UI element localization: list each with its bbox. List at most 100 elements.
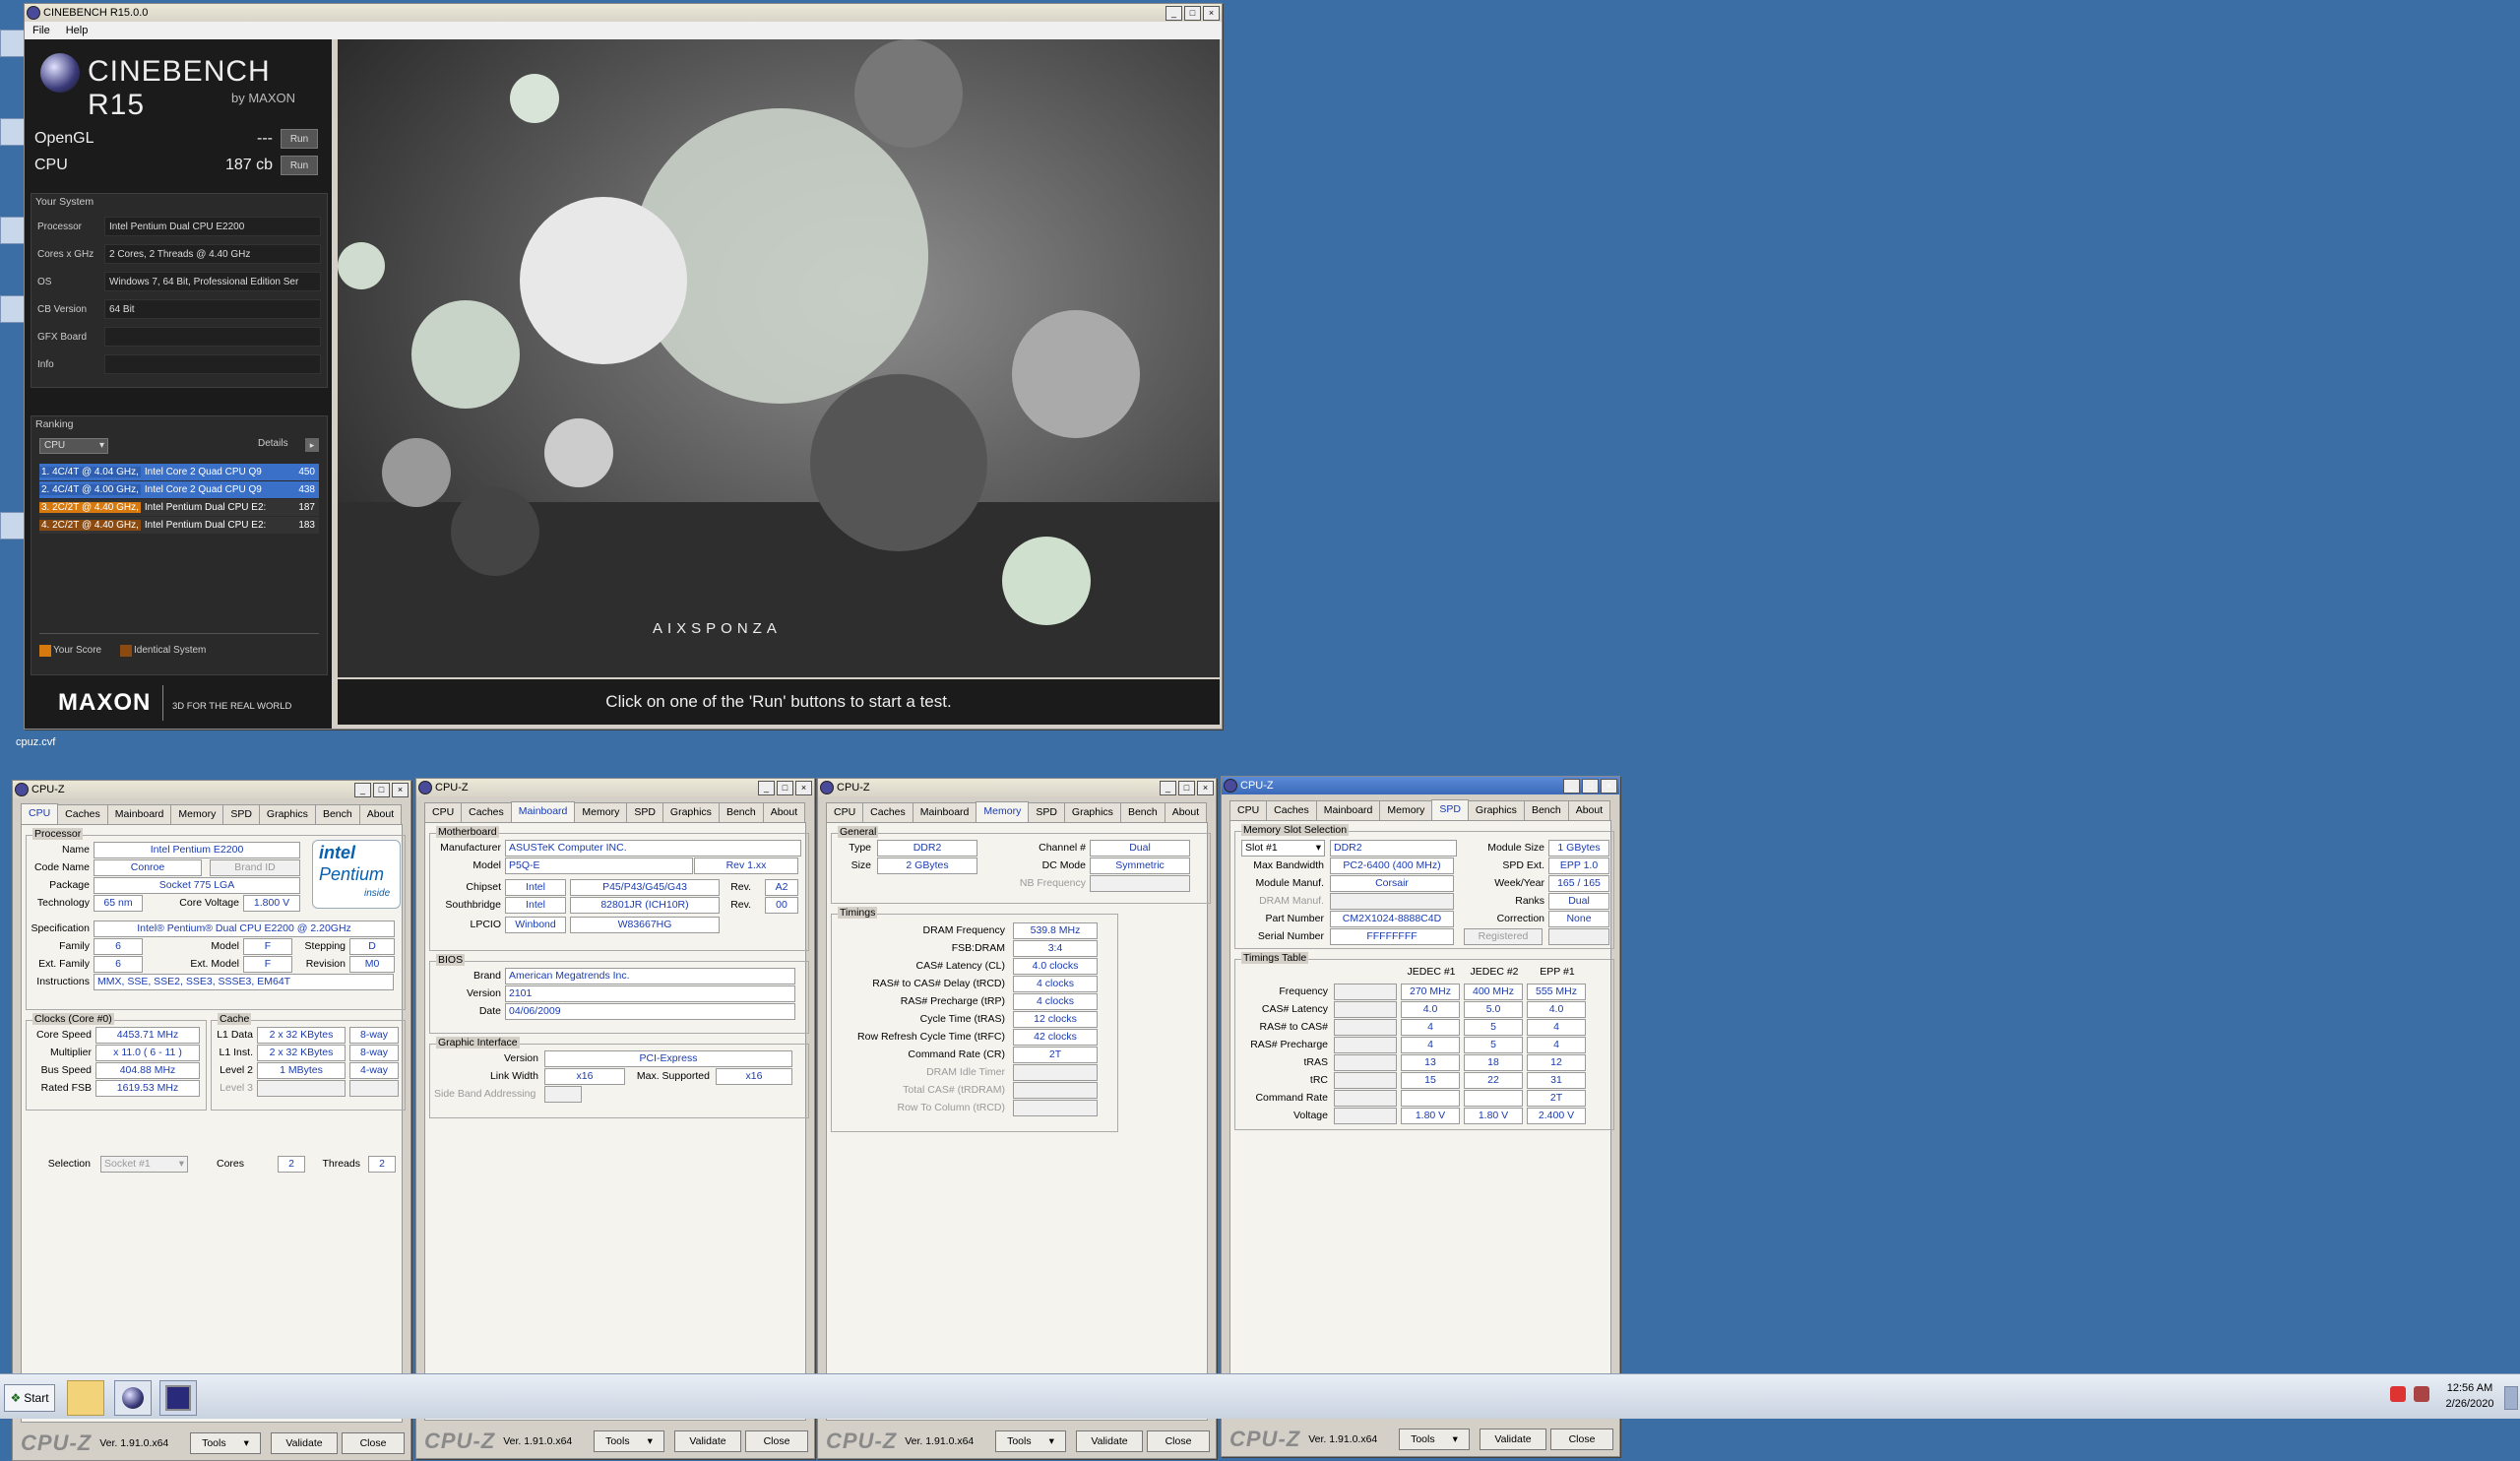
tray-volume-icon[interactable]	[2414, 1386, 2429, 1402]
start-button[interactable]: ❖ Start	[4, 1384, 55, 1412]
validate-button[interactable]: Validate	[674, 1430, 741, 1452]
tab-cpu[interactable]: CPU	[424, 802, 463, 822]
cpuz-close-button[interactable]: Close	[342, 1432, 405, 1454]
ranking-item[interactable]: 3. 2C/2T @ 4.40 GHz, Intel Pentium Dual …	[39, 499, 319, 516]
desktop-icon-1[interactable]	[0, 30, 26, 59]
desktop-file-label[interactable]: cpuz.cvf	[16, 736, 55, 748]
menu-file[interactable]: File	[25, 25, 58, 36]
tab-about[interactable]: About	[1164, 802, 1208, 822]
close-button[interactable]: ×	[1197, 780, 1214, 795]
tab-memory[interactable]: Memory	[574, 802, 628, 822]
show-desktop-button[interactable]	[2504, 1386, 2518, 1410]
desktop-icon-2[interactable]	[0, 118, 26, 148]
cpuz-close-button[interactable]: Close	[745, 1430, 808, 1452]
close-button[interactable]: ×	[795, 780, 812, 795]
tab-caches[interactable]: Caches	[1266, 800, 1317, 820]
tools-button[interactable]: Tools ▾	[190, 1432, 261, 1454]
maximize-button[interactable]: □	[1582, 778, 1599, 794]
tab-mainboard[interactable]: Mainboard	[510, 801, 576, 823]
ranking-item[interactable]: 2. 4C/4T @ 4.00 GHz, Intel Core 2 Quad C…	[39, 481, 319, 498]
cpuz-titlebar[interactable]: CPU-Z _ □ ×	[818, 779, 1216, 796]
tab-memory[interactable]: Memory	[170, 804, 224, 824]
validate-button[interactable]: Validate	[1076, 1430, 1143, 1452]
validate-button[interactable]: Validate	[271, 1432, 338, 1454]
minimize-button[interactable]: _	[1563, 778, 1580, 794]
tab-about[interactable]: About	[762, 802, 806, 822]
tab-cpu[interactable]: CPU	[21, 803, 59, 825]
field-label: Instructions	[36, 976, 90, 987]
tab-spd[interactable]: SPD	[1028, 802, 1065, 822]
tab-mainboard[interactable]: Mainboard	[912, 802, 977, 822]
opengl-run-button[interactable]: Run	[281, 129, 318, 149]
cpuz-titlebar[interactable]: CPU-Z _ □ ×	[1222, 777, 1619, 794]
minimize-button[interactable]: _	[758, 780, 775, 795]
cpuz-footer: CPU-Z Ver. 1.91.0.x64 Tools ▾ Validate Cl…	[826, 1429, 1210, 1453]
tab-memory[interactable]: Memory	[1379, 800, 1433, 820]
max-bandwidth: PC2-6400 (400 MHz)	[1330, 858, 1454, 874]
tools-button[interactable]: Tools ▾	[995, 1430, 1066, 1452]
cpuz-close-button[interactable]: Close	[1147, 1430, 1210, 1452]
column-header: EPP #1	[1540, 966, 1575, 978]
clock-time[interactable]: 12:56 AM	[2441, 1382, 2498, 1394]
socket-select[interactable]: Socket #1 ▾	[100, 1156, 188, 1173]
cpuz-titlebar[interactable]: CPU-Z _ □ ×	[416, 779, 814, 796]
tab-bench[interactable]: Bench	[1523, 800, 1569, 820]
tray-network-icon[interactable]	[2390, 1386, 2406, 1402]
tab-cpu[interactable]: CPU	[1229, 800, 1268, 820]
maximize-button[interactable]: □	[1184, 5, 1201, 21]
tab-about[interactable]: About	[358, 804, 403, 824]
cinebench-titlebar[interactable]: CINEBENCH R15.0.0 _ □ ×	[25, 4, 1222, 22]
tab-graphics[interactable]: Graphics	[1063, 802, 1121, 822]
tab-cpu[interactable]: CPU	[826, 802, 864, 822]
minimize-button[interactable]: _	[1166, 5, 1182, 21]
tab-caches[interactable]: Caches	[461, 802, 512, 822]
tab-spd[interactable]: SPD	[1431, 799, 1469, 821]
desktop-icon-3[interactable]	[0, 217, 26, 246]
tab-spd[interactable]: SPD	[626, 802, 663, 822]
details-label[interactable]: Details	[258, 438, 288, 449]
tab-caches[interactable]: Caches	[862, 802, 914, 822]
explorer-folder-icon[interactable]	[67, 1380, 104, 1416]
maximize-button[interactable]: □	[373, 782, 390, 797]
validate-button[interactable]: Validate	[1480, 1429, 1546, 1450]
menu-help[interactable]: Help	[58, 25, 96, 36]
maximize-button[interactable]: □	[1178, 780, 1195, 795]
tab-spd[interactable]: SPD	[222, 804, 260, 824]
tab-mainboard[interactable]: Mainboard	[106, 804, 172, 824]
close-button[interactable]: ×	[1203, 5, 1220, 21]
tab-graphics[interactable]: Graphics	[1467, 800, 1525, 820]
minimize-button[interactable]: _	[354, 782, 371, 797]
windows-logo-icon: ❖	[10, 1391, 22, 1405]
slot-select[interactable]: Slot #1 ▾	[1241, 840, 1325, 857]
tab-caches[interactable]: Caches	[57, 804, 108, 824]
ranking-select[interactable]: CPU ▾	[39, 438, 108, 454]
ranking-item[interactable]: 1. 4C/4T @ 4.04 GHz, Intel Core 2 Quad C…	[39, 464, 319, 480]
field-label: Threads	[322, 1158, 360, 1170]
tab-mainboard[interactable]: Mainboard	[1315, 800, 1381, 820]
taskbar-cinebench[interactable]	[114, 1380, 152, 1416]
desktop-icon-5[interactable]	[0, 512, 26, 541]
tab-bench[interactable]: Bench	[718, 802, 764, 822]
desktop-icon-4[interactable]	[0, 295, 26, 325]
taskbar-cpuz[interactable]	[159, 1380, 197, 1416]
tab-memory[interactable]: Memory	[976, 801, 1030, 823]
tools-button[interactable]: Tools ▾	[1399, 1429, 1470, 1450]
close-button[interactable]: ×	[1601, 778, 1617, 794]
tab-graphics[interactable]: Graphics	[258, 804, 316, 824]
tools-button[interactable]: Tools ▾	[594, 1430, 664, 1452]
cpu-run-button[interactable]: Run	[281, 156, 318, 175]
ranking-item[interactable]: 4. 2C/2T @ 4.40 GHz, Intel Pentium Dual …	[39, 517, 319, 534]
clock-date[interactable]: 2/26/2020	[2441, 1398, 2498, 1410]
maximize-button[interactable]: □	[777, 780, 793, 795]
minimize-button[interactable]: _	[1160, 780, 1176, 795]
details-arrow-icon[interactable]: ▸	[305, 438, 319, 452]
spd-timing-value: 555 MHz	[1527, 984, 1586, 1000]
tab-graphics[interactable]: Graphics	[662, 802, 720, 822]
tab-bench[interactable]: Bench	[314, 804, 360, 824]
close-button[interactable]: ×	[392, 782, 409, 797]
cpuz-close-button[interactable]: Close	[1550, 1429, 1613, 1450]
cpuz-titlebar[interactable]: CPU-Z _ □ ×	[13, 781, 410, 798]
field-label: Cores	[216, 1158, 244, 1170]
tab-bench[interactable]: Bench	[1119, 802, 1166, 822]
tab-about[interactable]: About	[1567, 800, 1611, 820]
